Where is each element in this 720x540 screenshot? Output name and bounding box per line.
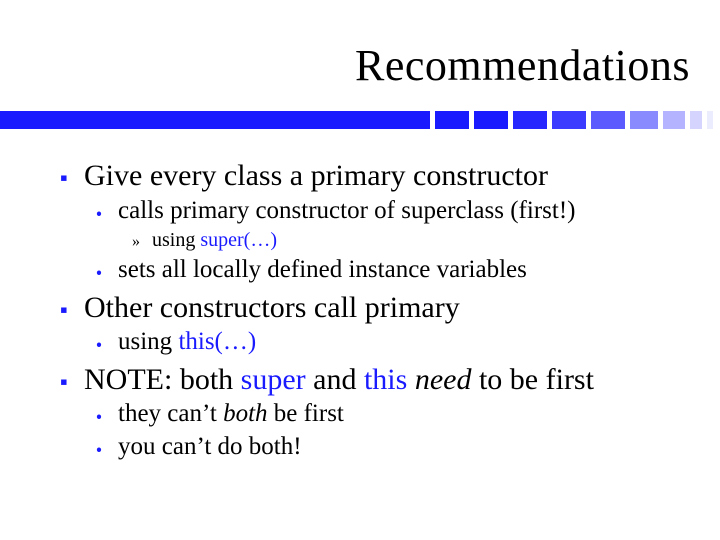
- diamond-bullet-icon: 🞄: [96, 404, 118, 427]
- keyword: super(…): [200, 229, 277, 251]
- raquo-bullet-icon: »: [132, 231, 152, 253]
- keyword: this(…): [178, 328, 256, 355]
- bullet-list: ▪ Give every class a primary constructor…: [60, 157, 690, 463]
- accent-bar-segment: [591, 111, 625, 129]
- list-text: NOTE: both super and this need to be fir…: [84, 361, 690, 399]
- square-bullet-icon: ▪: [60, 164, 84, 192]
- accent-bar-segment: [707, 111, 713, 129]
- accent-bar-segment: [435, 111, 469, 129]
- accent-bar: [0, 111, 720, 129]
- list-text: Other constructors call primary: [84, 289, 690, 327]
- list-item: ▪ Other constructors call primary 🞄 usin…: [60, 289, 690, 359]
- list-text: sets all locally defined instance variab…: [118, 254, 690, 287]
- accent-bar-segments: [430, 111, 720, 129]
- list-text: you can’t do both!: [118, 431, 690, 464]
- accent-bar-segment: [630, 111, 658, 129]
- list-item: ▪ Give every class a primary constructor…: [60, 157, 690, 287]
- content: ▪ Give every class a primary constructor…: [0, 129, 720, 463]
- list-item: ▪ NOTE: both super and this need to be f…: [60, 361, 690, 464]
- keyword: super: [241, 363, 306, 396]
- list-item: 🞄 sets all locally defined instance vari…: [96, 254, 690, 287]
- accent-bar-segment: [513, 111, 547, 129]
- diamond-bullet-icon: 🞄: [96, 201, 118, 224]
- square-bullet-icon: ▪: [60, 368, 84, 396]
- list-text: calls primary constructor of superclass …: [118, 195, 690, 228]
- list-item: » using super(…): [132, 227, 690, 254]
- list-item: 🞄 using this(…): [96, 326, 690, 359]
- keyword: this: [364, 363, 407, 396]
- list-text: Give every class a primary constructor: [84, 157, 690, 195]
- list-text: they can’t both be first: [118, 398, 690, 431]
- diamond-bullet-icon: 🞄: [96, 332, 118, 355]
- list-text: using super(…): [152, 227, 690, 254]
- list-item: 🞄 they can’t both be first: [96, 398, 690, 431]
- diamond-bullet-icon: 🞄: [96, 260, 118, 283]
- accent-bar-segment: [474, 111, 508, 129]
- list-text: using this(…): [118, 326, 690, 359]
- accent-bar-segment: [690, 111, 702, 129]
- title-area: Recommendations: [0, 0, 720, 99]
- square-bullet-icon: ▪: [60, 296, 84, 324]
- accent-bar-segment: [663, 111, 685, 129]
- slide: Recommendations ▪ Give every class a pri…: [0, 0, 720, 540]
- italic-text: both: [223, 400, 267, 427]
- list-item: 🞄 you can’t do both!: [96, 431, 690, 464]
- diamond-bullet-icon: 🞄: [96, 437, 118, 460]
- italic-text: need: [415, 363, 472, 396]
- accent-bar-segment: [552, 111, 586, 129]
- slide-title: Recommendations: [0, 40, 690, 91]
- list-item: 🞄 calls primary constructor of superclas…: [96, 195, 690, 255]
- accent-bar-left: [0, 111, 430, 129]
